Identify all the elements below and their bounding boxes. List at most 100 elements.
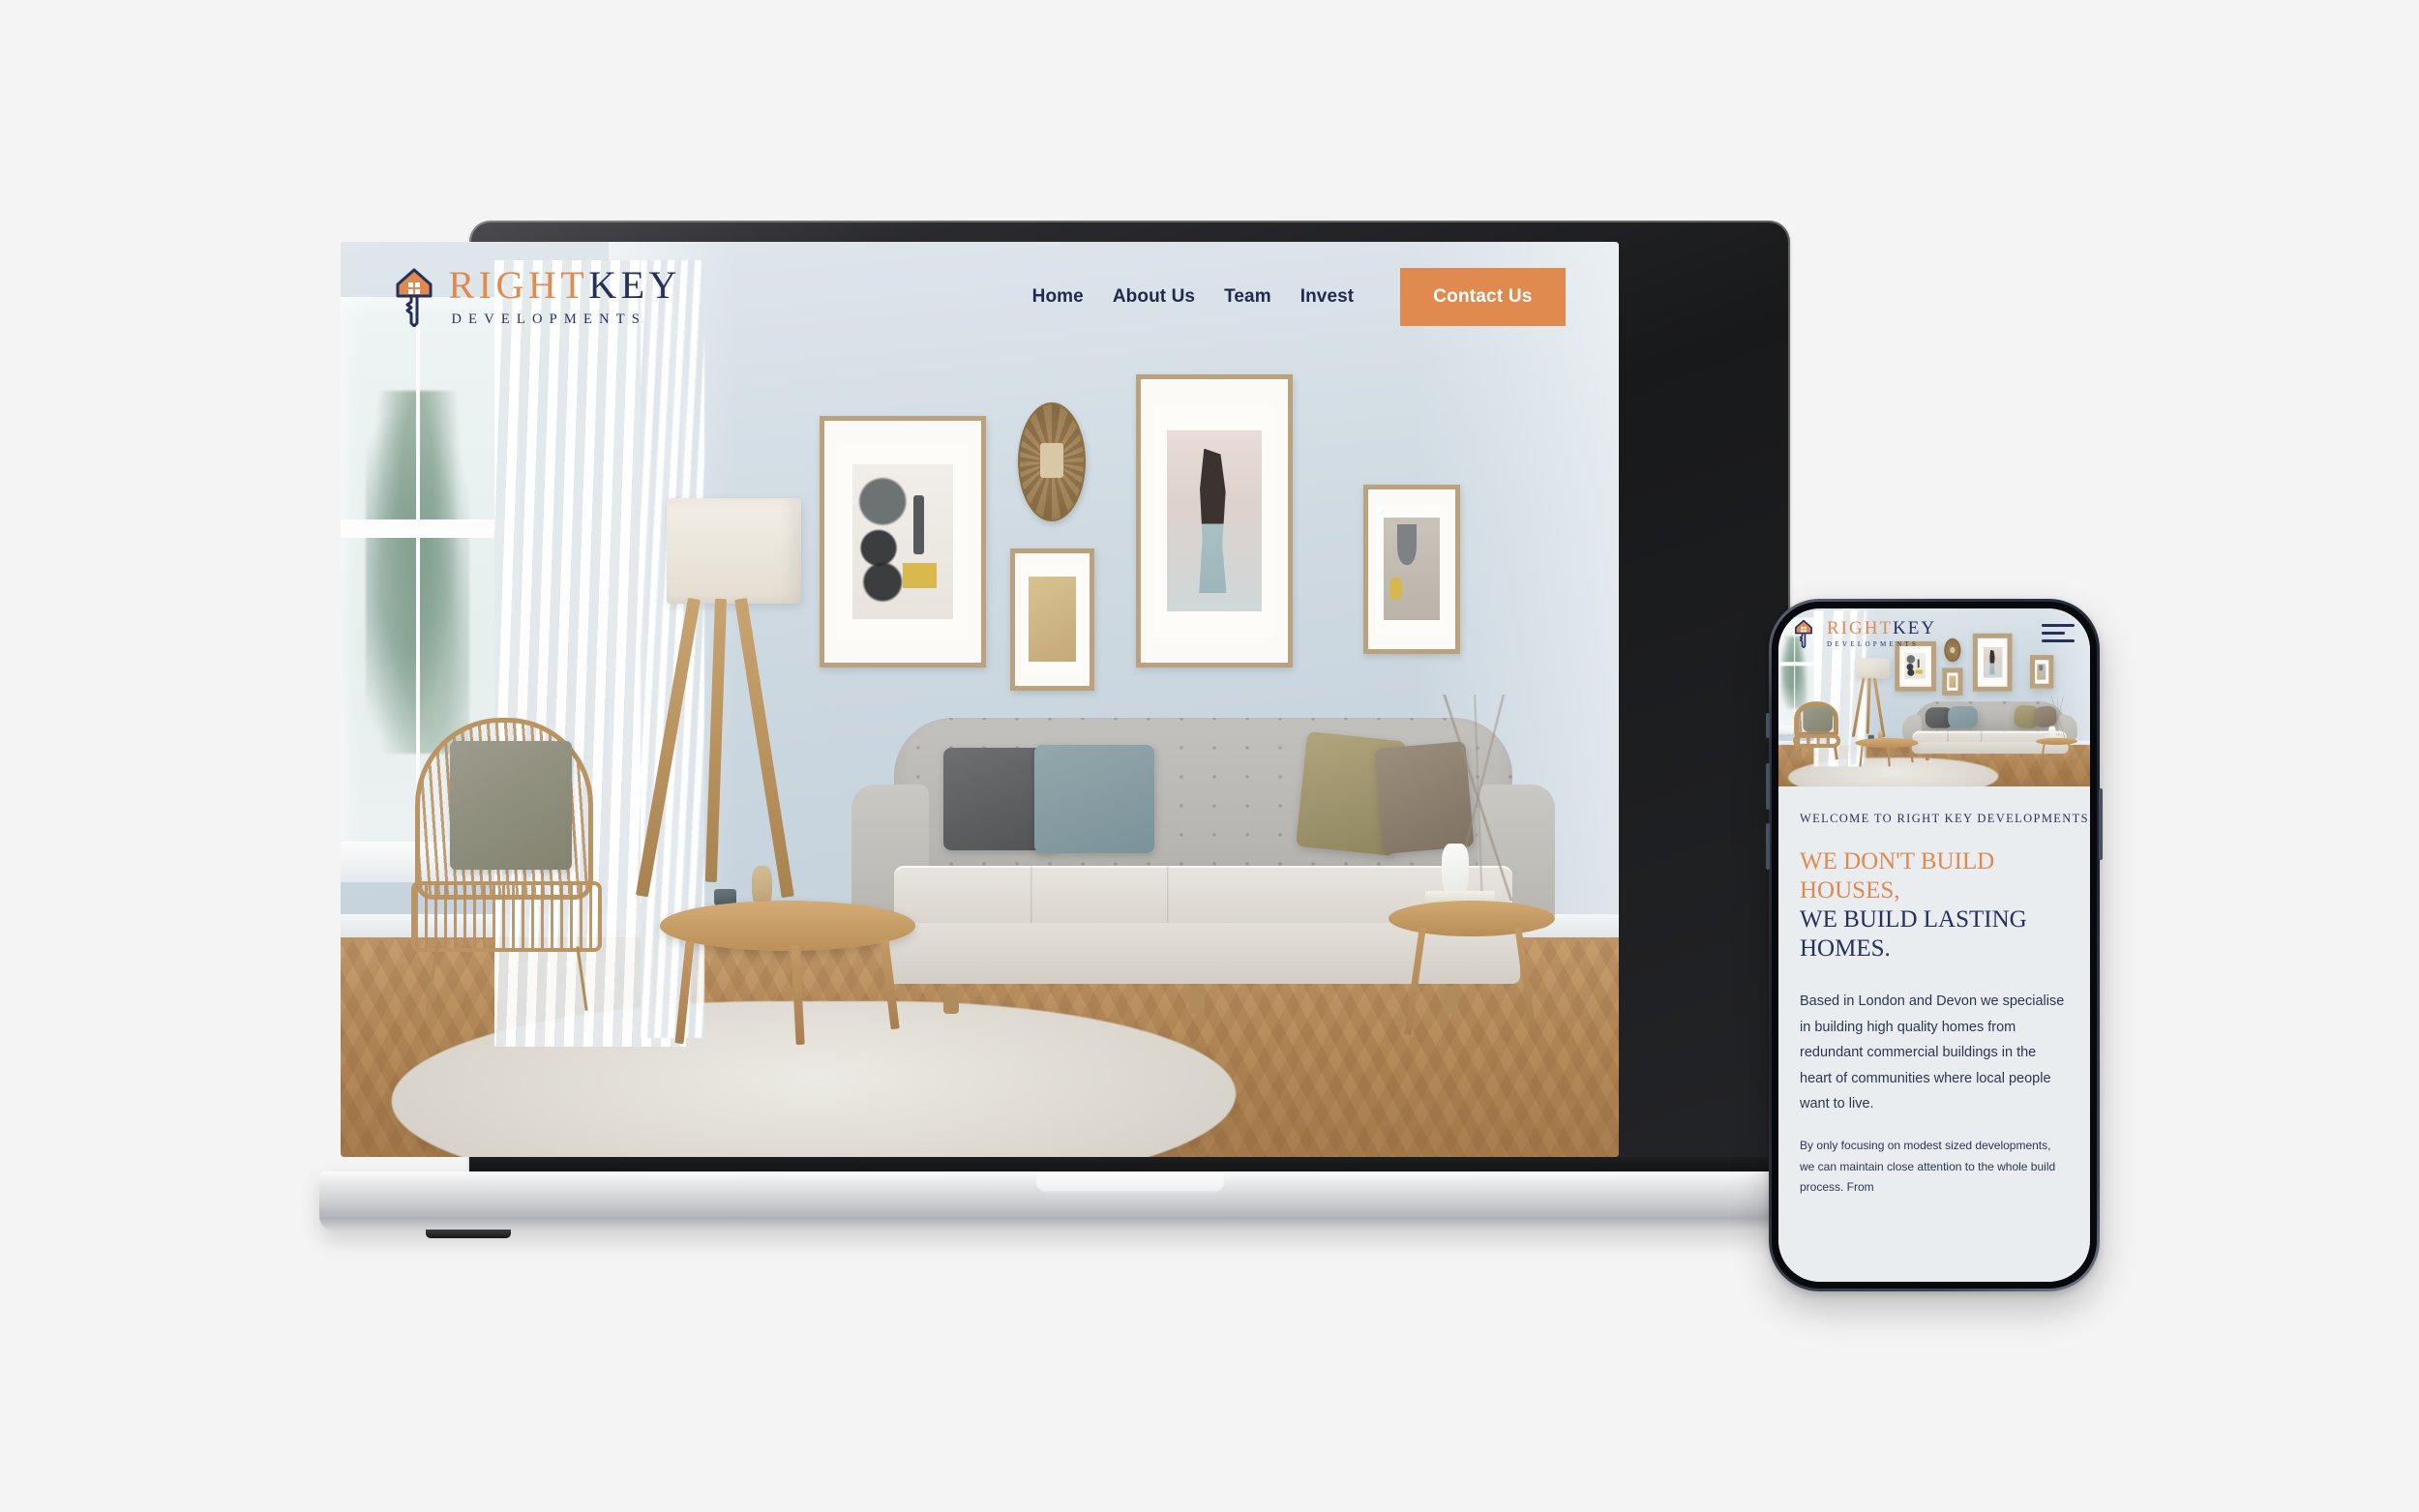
intro-paragraph-2: By only focusing on modest sized develop…	[1800, 1139, 2056, 1195]
art-shape-bar	[1917, 658, 1920, 668]
nav-item-invest[interactable]: Invest	[1300, 286, 1355, 308]
brand-logo-mobile[interactable]: RIGHTKEY DEVELOPMENTS	[1794, 619, 1936, 648]
section-headline: WE DON'T BUILD HOUSES, WE BUILD LASTING …	[1800, 847, 2069, 964]
main-navigation: Home About Us Team Invest Contact Us	[1032, 267, 1566, 326]
art-image	[1167, 430, 1262, 612]
sofa-foot	[1925, 755, 1929, 760]
laptop-base	[319, 1171, 1940, 1238]
nav-item-about-us[interactable]: About Us	[1113, 286, 1195, 308]
coffee-table	[1854, 730, 1919, 767]
nav-item-home[interactable]: Home	[1032, 286, 1084, 308]
phone-mute-switch[interactable]	[1766, 713, 1770, 738]
chair-cushion	[450, 741, 572, 871]
side-table	[2036, 697, 2077, 765]
brand-wordmark-mobile: RIGHTKEY DEVELOPMENTS	[1827, 619, 1936, 648]
art-figure	[1199, 448, 1227, 594]
laptop-foot	[426, 1230, 511, 1238]
wall-art-gold-small	[1941, 667, 1963, 697]
house-key-logo-icon	[1795, 619, 1812, 648]
laptop-screen: RIGHTKEY DEVELOPMENTS Home About Us Team…	[341, 242, 1619, 1157]
hamburger-menu-icon[interactable]	[2042, 624, 2075, 643]
section-eyebrow: WELCOME TO RIGHT KEY DEVELOPMENTS	[1800, 812, 2089, 826]
laptop-mockup: RIGHTKEY DEVELOPMENTS Home About Us Team…	[319, 221, 1940, 1251]
phone-volume-up-button[interactable]	[1766, 763, 1770, 810]
brand-name: RIGHTKEY	[1827, 619, 1936, 637]
wall-art-gold-small	[1010, 548, 1095, 691]
coffee-table-leg	[880, 938, 900, 1030]
sofa-foot	[1986, 755, 1990, 760]
side-table-top	[1389, 901, 1555, 936]
throw-pillow-blue	[1034, 745, 1154, 854]
brand-wordmark: RIGHTKEY DEVELOPMENTS	[448, 262, 681, 328]
sofa-foot	[942, 986, 959, 1014]
phone-screen: RIGHTKEY DEVELOPMENTS WELCOME TO RIGHT K…	[1778, 608, 2090, 1282]
wall-art-abstract-small	[2029, 655, 2054, 689]
brand-name-right: RIGHT	[1827, 617, 1894, 638]
chair-leg	[576, 946, 588, 1011]
wall-art-portrait	[1135, 374, 1294, 667]
phone-volume-down-button[interactable]	[1766, 823, 1770, 870]
side-table-leg	[1404, 928, 1426, 1036]
chair-leg	[1834, 746, 1839, 760]
art-image	[852, 463, 953, 619]
art-shape-bar	[912, 494, 924, 554]
coffee-table-leg	[674, 941, 696, 1045]
floor-lamp-shade	[1856, 657, 1891, 679]
art-image	[1949, 675, 1956, 688]
mockup-stage: RIGHTKEY DEVELOPMENTS Home About Us Team…	[0, 0, 2419, 1512]
nav-item-team[interactable]: Team	[1224, 286, 1271, 308]
hamburger-bar	[2042, 639, 2075, 643]
site-header: RIGHTKEY DEVELOPMENTS Home About Us Team…	[341, 242, 1619, 352]
art-image	[1384, 518, 1440, 620]
coffee-table-leg	[1859, 745, 1864, 767]
coffee-table-top	[660, 901, 916, 951]
chair-seat	[410, 881, 603, 953]
woven-wall-basket	[1018, 401, 1087, 521]
floor-lamp-shade	[666, 497, 801, 604]
brand-logo[interactable]: RIGHTKEY DEVELOPMENTS	[394, 262, 681, 328]
coffee-table	[660, 865, 916, 1047]
side-table-leg	[1514, 928, 1536, 1033]
mobile-intro-section: WELCOME TO RIGHT KEY DEVELOPMENTS WE DON…	[1778, 786, 2090, 1282]
wall-art-abstract-small	[1362, 484, 1461, 654]
art-image	[2037, 664, 2046, 680]
brand-name-key: KEY	[1893, 617, 1937, 638]
art-shape-yellow	[903, 563, 938, 588]
chair-cushion	[1802, 705, 1834, 732]
art-image	[1029, 577, 1077, 662]
brand-name: RIGHTKEY	[448, 262, 681, 307]
house-key-logo-icon	[396, 268, 433, 327]
headline-line-2: WE BUILD LASTING HOMES.	[1800, 906, 2027, 963]
brand-name-key: KEY	[588, 262, 681, 307]
coffee-table-leg	[1909, 745, 1915, 764]
art-shape-grey	[1396, 523, 1417, 565]
hero-section: RIGHTKEY DEVELOPMENTS Home About Us Team…	[341, 242, 1619, 1157]
throw-pillow-blue	[1948, 706, 1978, 728]
brand-tagline: DEVELOPMENTS	[451, 311, 647, 327]
side-table-leg	[2040, 743, 2046, 765]
brand-tagline: DEVELOPMENTS	[1827, 639, 1920, 648]
laptop-lid-notch	[1034, 1171, 1225, 1193]
sofa-foot	[1189, 986, 1206, 1014]
headline-line-1: WE DON'T BUILD HOUSES,	[1800, 848, 1995, 904]
side-table	[1389, 695, 1555, 1038]
art-shape-grey	[2039, 665, 2043, 671]
hamburger-bar	[2042, 624, 2075, 628]
hamburger-bar	[2042, 632, 2066, 636]
chair-seat	[1792, 733, 1840, 749]
mobile-hero-image: RIGHTKEY DEVELOPMENTS	[1778, 608, 2090, 787]
art-shape-yellow	[1389, 577, 1402, 600]
brand-name-right: RIGHT	[448, 262, 589, 307]
coffee-table-leg	[790, 944, 805, 1045]
art-shape-yellow	[2038, 672, 2041, 677]
rattan-armchair	[1792, 700, 1847, 760]
rattan-armchair	[410, 717, 629, 1014]
contact-us-button[interactable]: Contact Us	[1400, 267, 1566, 326]
mobile-site-header: RIGHTKEY DEVELOPMENTS	[1778, 608, 2090, 659]
chair-leg	[1796, 746, 1802, 760]
phone-power-button[interactable]	[2099, 788, 2103, 860]
window-mullion-horizontal	[341, 519, 520, 539]
living-room-photo	[341, 242, 1619, 1157]
dried-branches	[2040, 697, 2077, 738]
coffee-table-leg	[1887, 746, 1891, 767]
